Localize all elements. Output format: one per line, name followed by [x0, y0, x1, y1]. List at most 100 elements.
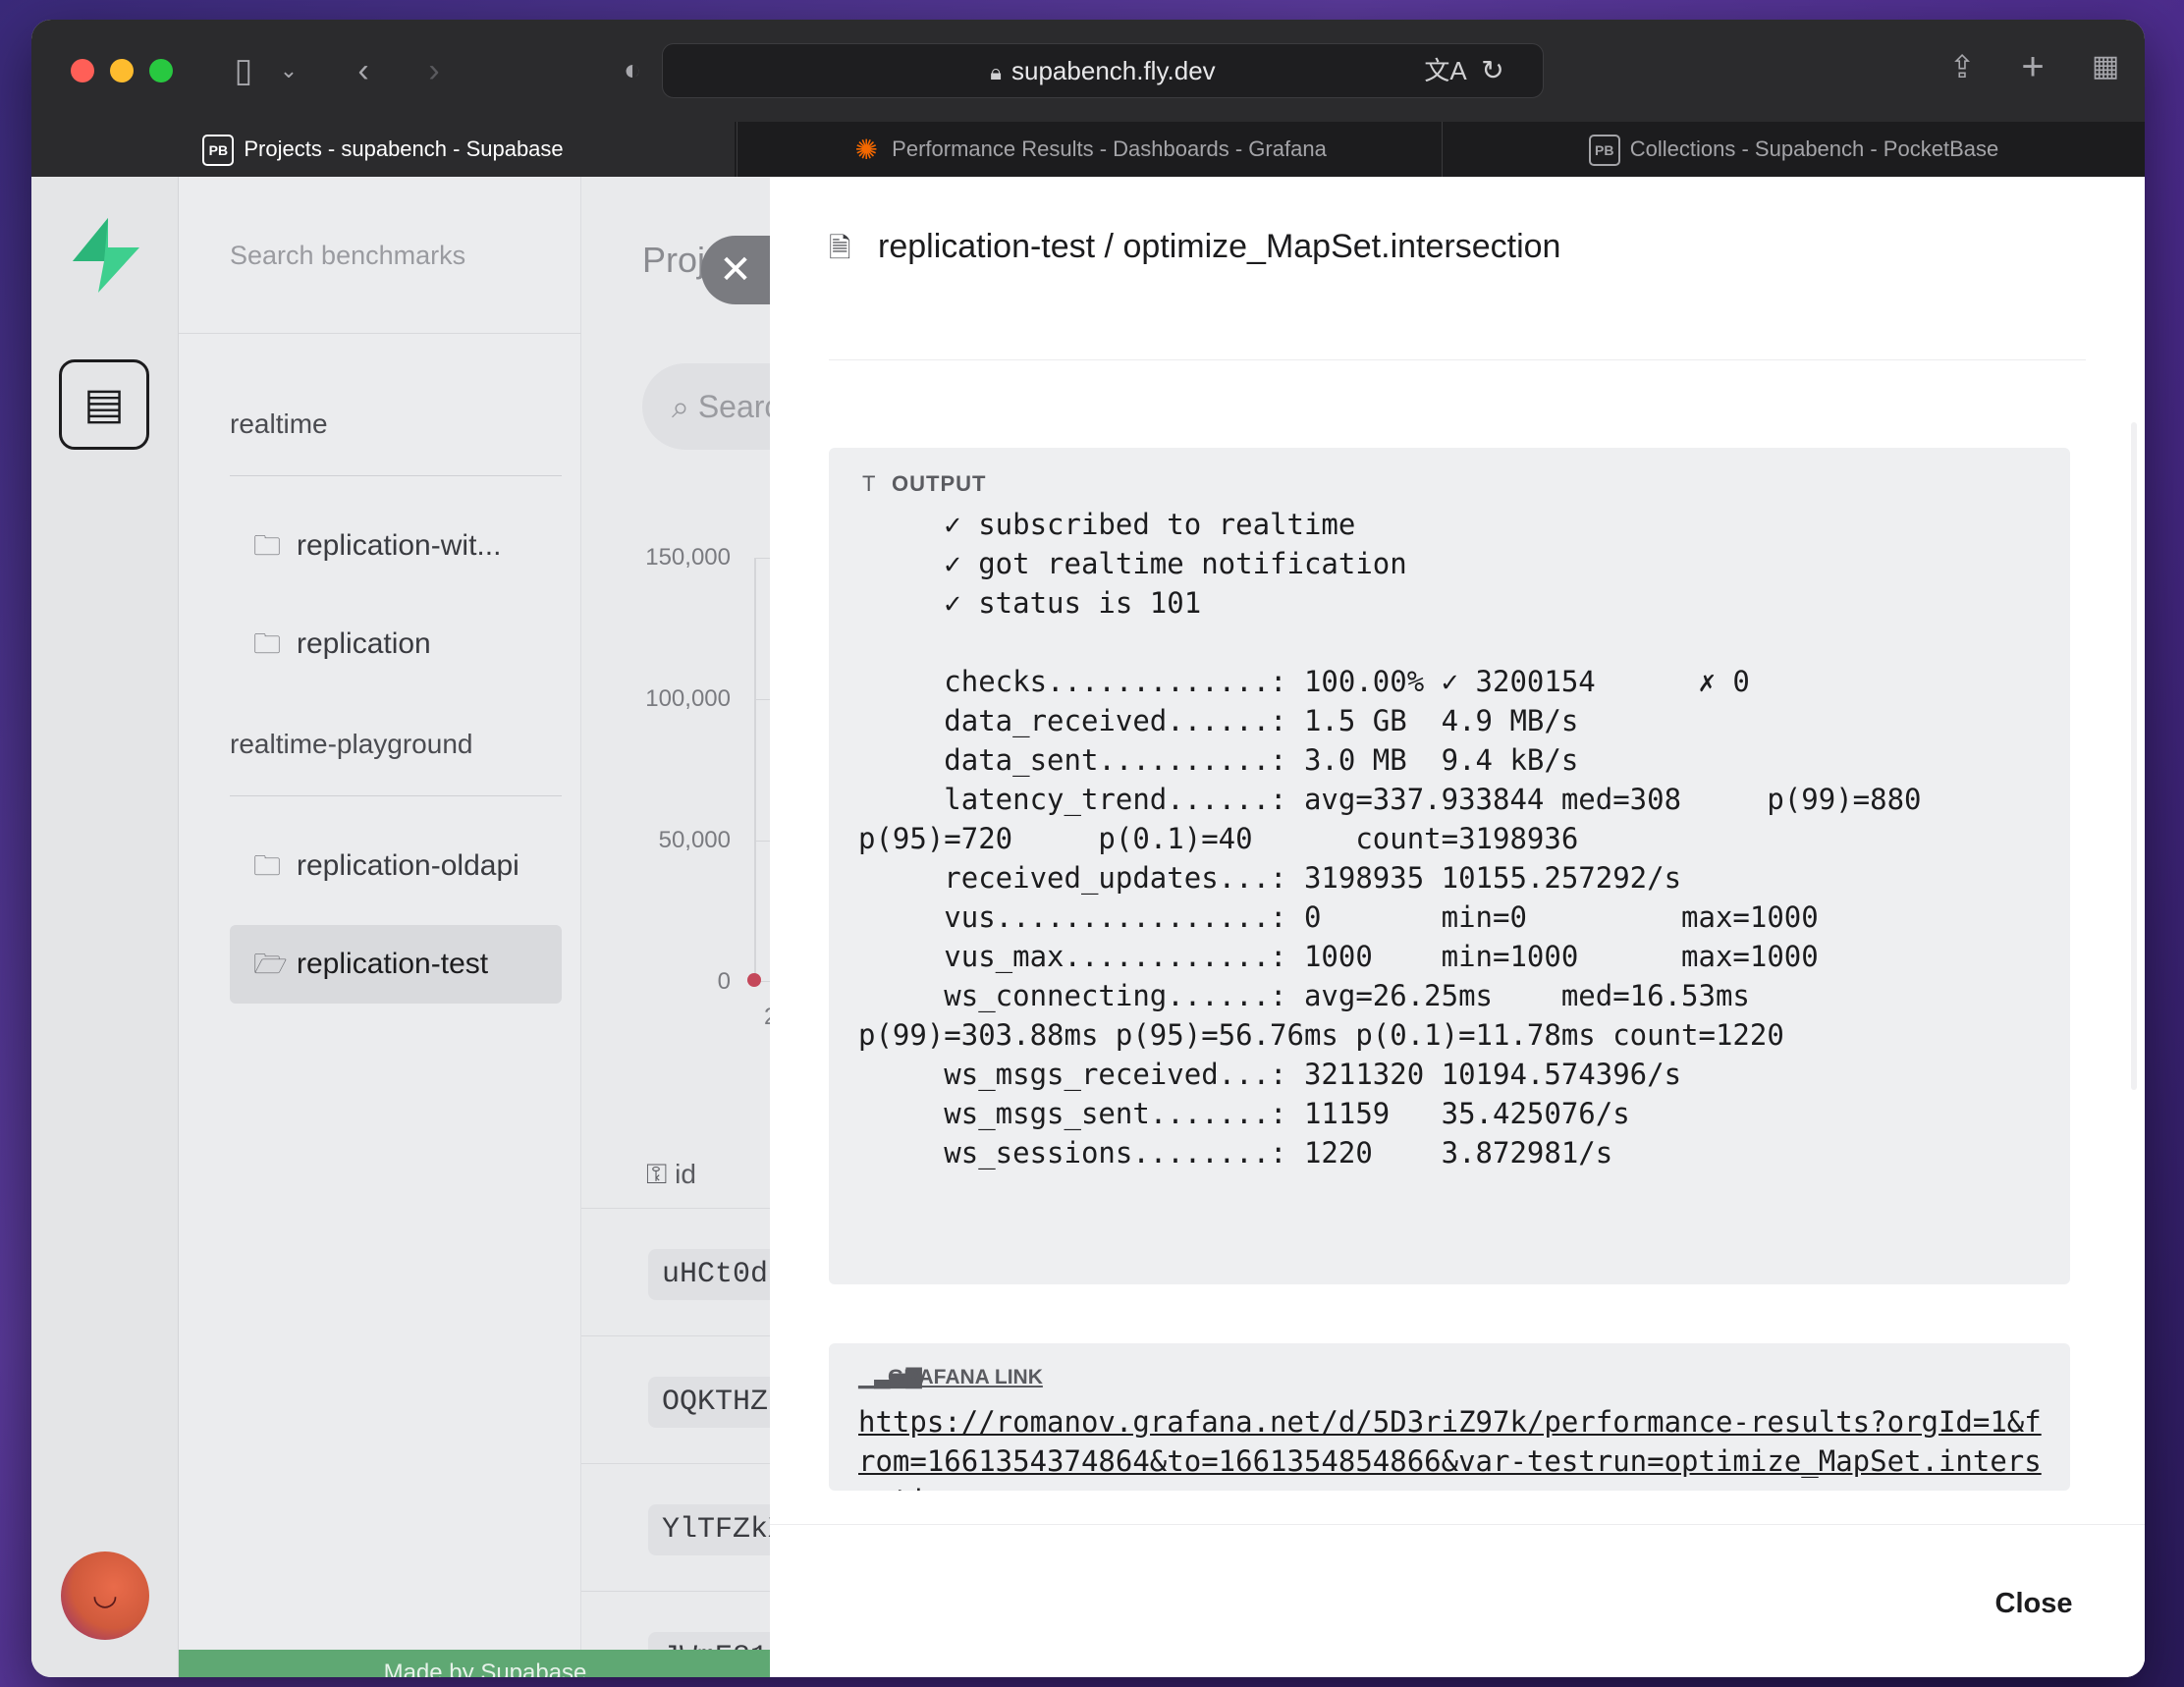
minimize-window-button[interactable] — [110, 59, 134, 82]
row-divider — [581, 1591, 801, 1592]
back-icon[interactable]: ‹ — [344, 51, 383, 90]
browser-toolbar: ▯ ⌄ ‹ › ◐ 🔒︎ supabench.fly.dev 文A ↻ ⇪ + ▦ — [31, 20, 2145, 122]
sidebar-item-replication-test[interactable]: 🗁︎ replication-test — [230, 925, 562, 1004]
output-section: T OUTPUT ✓ subscribed to realtime ✓ got r… — [829, 448, 2070, 1284]
browser-window: ▯ ⌄ ‹ › ◐ 🔒︎ supabench.fly.dev 文A ↻ ⇪ + ▦… — [31, 20, 2145, 1677]
output-line: p(99)=303.88ms p(95)=56.76ms p(0.1)=11.7… — [858, 1018, 1784, 1052]
chevron-down-icon[interactable]: ⌄ — [277, 51, 300, 90]
output-line: checks.............: 100.00% ✓ 3200154 ✗… — [858, 665, 1750, 698]
y-axis — [754, 558, 756, 982]
output-line: ws_connecting......: avg=26.25ms med=16.… — [858, 979, 1750, 1012]
nav-rail: ▤ ◡ — [31, 177, 179, 1677]
output-line: p(95)=720 p(0.1)=40 count=3198936 — [858, 822, 1579, 855]
tab-label: Projects - supabench - Supabase — [244, 136, 564, 161]
row-divider — [581, 1335, 801, 1336]
output-line: ✓ status is 101 — [858, 586, 1202, 620]
translate-icon[interactable]: 文A — [1424, 51, 1467, 90]
document-chart-icon: 🗎︎ — [829, 233, 851, 263]
search-benchmarks-input[interactable]: Search benchmarks — [179, 177, 581, 334]
output-label-text: OUTPUT — [892, 471, 987, 496]
output-label: T OUTPUT — [862, 471, 986, 497]
folder-icon: 🗀︎ — [253, 850, 282, 881]
panel-title: 🗎︎ replication-test / optimize_MapSet.int… — [829, 228, 1560, 275]
sidebar-item-label: replication-oldapi — [297, 849, 519, 882]
benchmarks-sidebar: Search benchmarks realtime 🗀︎ replication… — [179, 177, 581, 1677]
divider — [230, 795, 562, 796]
shield-icon[interactable]: ◐ — [613, 51, 652, 90]
key-icon: ⚿ — [646, 1159, 676, 1189]
tab-label: Collections - Supabench - PocketBase — [1629, 136, 1999, 161]
group-label-realtime-playground: realtime-playground — [230, 729, 473, 759]
output-line: vus_max............: 1000 min=1000 max=1… — [858, 940, 1819, 973]
y-tick: 150,000 — [645, 544, 731, 571]
row-divider — [581, 1463, 801, 1464]
output-line: latency_trend......: avg=337.933844 med=… — [858, 783, 1922, 816]
divider — [230, 475, 562, 476]
folder-icon: 🗀︎ — [253, 530, 282, 561]
book-icon: ▤ — [83, 380, 125, 428]
projects-main: Projects ⌕ Search 150,000 100,000 50,000… — [581, 177, 801, 1677]
output-line: received_updates...: 3198935 10155.25729… — [858, 861, 1682, 895]
supabench-app: ▤ ◡ Search benchmarks realtime 🗀︎ replica… — [31, 177, 2145, 1677]
tab-pocketbase[interactable]: PB Collections - Supabench - PocketBase — [1442, 122, 2145, 177]
panel-scrollbar[interactable] — [2131, 422, 2137, 1090]
lock-icon: 🔒︎ — [990, 60, 1003, 84]
plus-icon[interactable]: + — [2013, 47, 2052, 86]
output-line: ✓ got realtime notification — [858, 547, 1407, 580]
sidebar-item-label: replication-wit... — [297, 529, 502, 562]
output-line: ws_msgs_sent.......: 11159 35.425076/s — [858, 1097, 1630, 1130]
close-button[interactable]: Close — [1980, 1580, 2088, 1627]
sidebar-item-label: replication — [297, 627, 431, 660]
forward-icon[interactable]: › — [414, 51, 454, 90]
grafana-link[interactable]: https://romanov.grafana.net/d/5D3riZ97k/… — [858, 1402, 2056, 1491]
tab-grafana[interactable]: ✺ Performance Results - Dashboards - Graf… — [737, 122, 1440, 177]
data-point[interactable] — [747, 973, 761, 987]
sidebar-item-replication[interactable]: 🗀︎ replication — [230, 605, 562, 683]
grafana-favicon-icon: ✺ — [854, 135, 878, 166]
folder-open-icon: 🗁︎ — [253, 949, 288, 979]
sidebar-item-replication-oldapi[interactable]: 🗀︎ replication-oldapi — [230, 827, 562, 905]
group-label-realtime: realtime — [230, 408, 328, 439]
y-tick: 100,000 — [645, 685, 731, 712]
tab-bar: PB Projects - supabench - Supabase ✺ Perfo… — [31, 122, 2145, 177]
output-line: ✓ subscribed to realtime — [858, 508, 1356, 541]
reload-icon[interactable]: ↻ — [1475, 51, 1510, 90]
output-line: ws_sessions........: 1220 3.872981/s — [858, 1136, 1613, 1170]
close-icon: ✕ — [719, 248, 752, 292]
address-bar[interactable]: 🔒︎ supabench.fly.dev — [662, 43, 1544, 98]
folder-icon: 🗀︎ — [253, 628, 282, 659]
panel-title-text: replication-test / optimize_MapSet.inter… — [878, 228, 1561, 265]
output-line: data_sent..........: 3.0 MB 9.4 kB/s — [858, 743, 1579, 777]
sidebar-item-label: replication-test — [297, 948, 489, 980]
output-line: ws_msgs_received...: 3211320 10194.57439… — [858, 1058, 1682, 1091]
text-icon: T — [862, 471, 877, 496]
sidebar-item-replication-with[interactable]: 🗀︎ replication-wit... — [230, 507, 562, 585]
id-column-header[interactable]: ⚿ id — [646, 1159, 696, 1191]
zoom-window-button[interactable] — [149, 59, 173, 82]
bar-chart-icon: ▁▃▅▇ — [858, 1366, 922, 1388]
output-line: data_received......: 1.5 GB 4.9 MB/s — [858, 704, 1579, 737]
y-tick: 50,000 — [658, 827, 731, 853]
test-run-panel: 🗎︎ replication-test / optimize_MapSet.int… — [770, 177, 2145, 1677]
made-by-supabase-banner[interactable]: Made by Supabase — [179, 1650, 792, 1677]
y-tick: 0 — [717, 968, 731, 995]
projects-nav-button[interactable]: ▤ — [59, 359, 149, 450]
tab-label: Performance Results - Dashboards - Grafa… — [892, 136, 1327, 161]
row-divider — [581, 1208, 801, 1209]
column-header-label: id — [675, 1159, 696, 1189]
tab-supabase[interactable]: PB Projects - supabench - Supabase — [31, 122, 735, 177]
sidebar-toggle-icon[interactable]: ▯ — [222, 51, 265, 90]
panel-footer: Close — [770, 1524, 2145, 1677]
supabase-logo-icon[interactable] — [65, 214, 147, 297]
address-url: supabench.fly.dev — [1011, 56, 1216, 85]
close-window-button[interactable] — [71, 59, 94, 82]
grafana-link-section: ▁▃▅▇GRAFANA LINK https://romanov.grafana… — [829, 1343, 2070, 1491]
search-icon: ⌕ — [672, 389, 698, 424]
avatar[interactable]: ◡ — [61, 1551, 149, 1640]
share-icon[interactable]: ⇪ — [1942, 47, 1982, 86]
output-log[interactable]: ✓ subscribed to realtime ✓ got realtime … — [858, 505, 2056, 1172]
output-line: vus................: 0 min=0 max=1000 — [858, 900, 1819, 934]
tabs-grid-icon[interactable]: ▦ — [2086, 47, 2125, 86]
pocketbase-favicon-icon: PB — [202, 135, 235, 167]
